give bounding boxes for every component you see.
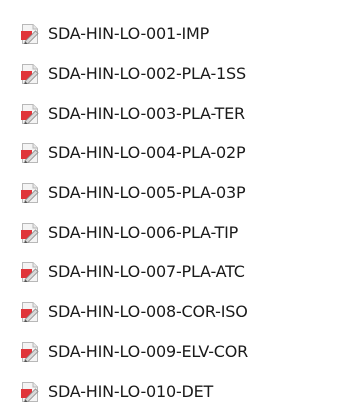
file-item[interactable]: SDA-HIN-LO-002-PLA-1SS bbox=[0, 56, 340, 92]
file-item[interactable]: SDA-HIN-LO-004-PLA-02P bbox=[0, 135, 340, 171]
file-item[interactable]: SDA-HIN-LO-008-COR-ISO bbox=[0, 294, 340, 330]
pdf-file-icon bbox=[21, 262, 39, 282]
file-name: SDA-HIN-LO-003-PLA-TER bbox=[48, 104, 245, 123]
file-item[interactable]: SDA-HIN-LO-001-IMP bbox=[0, 16, 340, 52]
file-item[interactable]: SDA-HIN-LO-005-PLA-03P bbox=[0, 175, 340, 211]
pdf-file-icon bbox=[21, 382, 39, 402]
file-name: SDA-HIN-LO-005-PLA-03P bbox=[48, 183, 246, 202]
file-item[interactable]: SDA-HIN-LO-003-PLA-TER bbox=[0, 96, 340, 132]
file-item[interactable]: SDA-HIN-LO-009-ELV-COR bbox=[0, 334, 340, 370]
pdf-file-icon bbox=[21, 183, 39, 203]
pdf-file-icon bbox=[21, 104, 39, 124]
file-item[interactable]: SDA-HIN-LO-010-DET bbox=[0, 374, 340, 410]
pdf-file-icon bbox=[21, 64, 39, 84]
file-name: SDA-HIN-LO-006-PLA-TIP bbox=[48, 223, 239, 242]
file-name: SDA-HIN-LO-007-PLA-ATC bbox=[48, 262, 245, 281]
file-name: SDA-HIN-LO-001-IMP bbox=[48, 24, 210, 43]
file-list: SDA-HIN-LO-001-IMP SDA-HIN-LO-002-PLA-1S… bbox=[0, 0, 340, 418]
pdf-file-icon bbox=[21, 24, 39, 44]
pdf-file-icon bbox=[21, 143, 39, 163]
file-name: SDA-HIN-LO-010-DET bbox=[48, 382, 214, 401]
pdf-file-icon bbox=[21, 302, 39, 322]
file-item[interactable]: SDA-HIN-LO-007-PLA-ATC bbox=[0, 254, 340, 290]
file-name: SDA-HIN-LO-008-COR-ISO bbox=[48, 302, 248, 321]
pdf-file-icon bbox=[21, 223, 39, 243]
pdf-file-icon bbox=[21, 342, 39, 362]
file-name: SDA-HIN-LO-009-ELV-COR bbox=[48, 342, 249, 361]
file-item[interactable]: SDA-HIN-LO-006-PLA-TIP bbox=[0, 215, 340, 251]
file-name: SDA-HIN-LO-004-PLA-02P bbox=[48, 143, 246, 162]
file-name: SDA-HIN-LO-002-PLA-1SS bbox=[48, 64, 246, 83]
